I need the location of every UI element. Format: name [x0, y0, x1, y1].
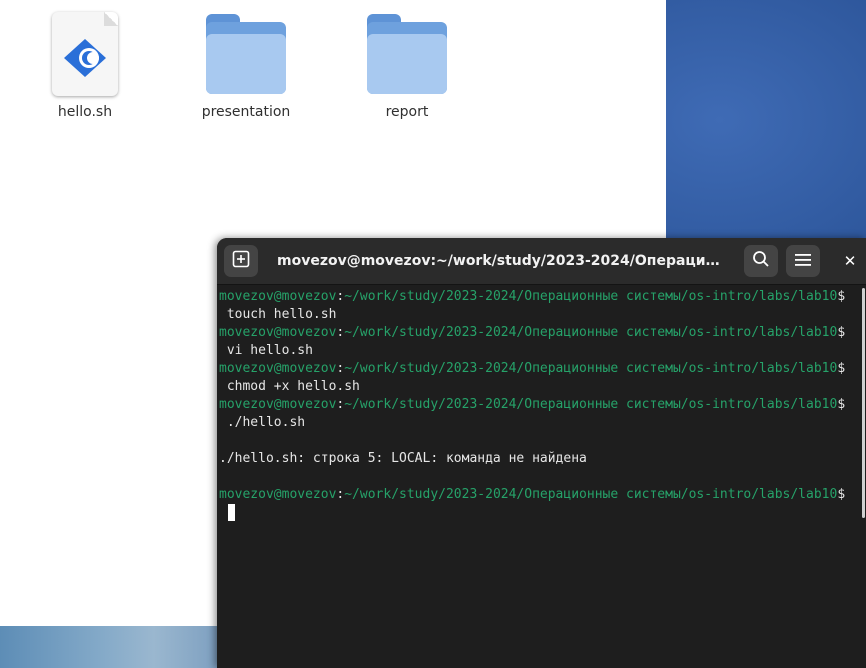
command-line: touch hello.sh: [219, 307, 337, 322]
script-file-icon: [52, 12, 118, 96]
prompt-line: movezov@movezov:~/work/study/2023-2024/О…: [219, 361, 846, 376]
file-name: presentation: [201, 104, 291, 120]
prompt-line: movezov@movezov:~/work/study/2023-2024/О…: [219, 289, 846, 304]
terminal-title: movezov@movezov:~/work/study/2023-2024/О…: [277, 253, 729, 269]
terminal-output[interactable]: movezov@movezov:~/work/study/2023-2024/О…: [219, 288, 859, 668]
terminal-scrollbar[interactable]: [862, 288, 865, 518]
prompt-line: movezov@movezov:~/work/study/2023-2024/О…: [219, 325, 846, 340]
folder-icon: [367, 14, 447, 96]
command-line: chmod +x hello.sh: [219, 379, 360, 394]
file-name: report: [385, 104, 429, 120]
command-line: vi hello.sh: [219, 343, 313, 358]
prompt-line: movezov@movezov:~/work/study/2023-2024/О…: [219, 397, 846, 412]
file-name: hello.sh: [57, 104, 113, 120]
new-tab-icon: [232, 250, 250, 272]
search-icon: [752, 250, 770, 272]
file-item-hello-sh[interactable]: hello.sh: [20, 0, 150, 130]
terminal-titlebar[interactable]: movezov@movezov:~/work/study/2023-2024/О…: [217, 238, 866, 285]
terminal-window[interactable]: movezov@movezov:~/work/study/2023-2024/О…: [217, 238, 866, 668]
close-button[interactable]: ✕: [839, 250, 861, 272]
command-line: ./hello.sh: [219, 415, 306, 430]
prompt-line: movezov@movezov:~/work/study/2023-2024/О…: [219, 487, 846, 502]
error-output: ./hello.sh: строка 5: LOCAL: команда не …: [219, 451, 587, 466]
file-item-report[interactable]: report: [342, 0, 472, 130]
input-line[interactable]: [219, 504, 859, 522]
text-cursor: [228, 504, 235, 521]
folder-icon: [206, 14, 286, 96]
search-button[interactable]: [744, 245, 778, 277]
hamburger-menu-icon: [795, 252, 811, 271]
desktop-wallpaper-lower: [0, 626, 220, 668]
new-tab-button[interactable]: [224, 245, 258, 277]
file-item-presentation[interactable]: presentation: [181, 0, 311, 130]
menu-button[interactable]: [786, 245, 820, 277]
